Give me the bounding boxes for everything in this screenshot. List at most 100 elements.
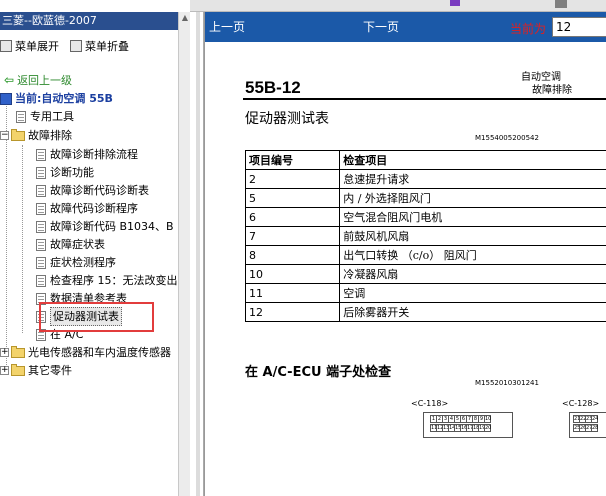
tree-item-label: 检查程序 15：无法改变出 <box>50 274 178 287</box>
document-icon <box>36 220 46 233</box>
table-row: 12 后除雾器开关 <box>244 302 606 322</box>
check-item: 出气口转换 （c/o） 阻风门 <box>339 245 606 265</box>
item-number: 5 <box>244 188 341 208</box>
tree-item-label: 其它零件 <box>28 364 72 377</box>
tree-item-label: 诊断功能 <box>50 166 94 179</box>
actuator-test-table: 项目编号 检查项目 2 怠速提升请求 5内 / 外选择阻风门 6 空气混合阻风门电机… <box>244 150 606 322</box>
document-icon <box>36 238 46 251</box>
collapse-menu-button[interactable]: 菜单折叠 <box>70 38 129 54</box>
tree-item-dtc-procedure[interactable]: 故障代码诊断程序 <box>36 200 138 217</box>
document-icon <box>16 110 26 123</box>
tree-item-label: 故障诊断排除流程 <box>50 148 138 161</box>
table-row: 6 空气混合阻风门电机 <box>244 207 606 227</box>
item-number: 8 <box>244 245 341 265</box>
doc-code: 55B-12 <box>245 78 301 97</box>
pin-row: 11 12 13 14 15 16 17 18 19 20 <box>430 424 492 432</box>
tree-item-label: 故障代码诊断程序 <box>50 202 138 215</box>
document-icon <box>36 202 46 215</box>
document-icon <box>36 166 46 179</box>
tree-item-diagnosis-flow[interactable]: 故障诊断排除流程 <box>36 146 138 163</box>
check-item: 前鼓风机风扇 <box>339 226 606 246</box>
back-link[interactable]: ⇦ 返回上一级 <box>4 72 72 89</box>
tree-item-label: 症状检测程序 <box>50 256 116 269</box>
item-number: 11 <box>244 283 341 303</box>
figure-id: M1552010301241 <box>475 379 539 387</box>
collapse-toggle-icon[interactable]: − <box>0 131 9 140</box>
pin-row: 21 22 23 24 <box>573 415 599 423</box>
tree-item-dtc-table[interactable]: 故障诊断代码诊断表 <box>36 182 149 199</box>
check-item: 后除雾器开关 <box>339 302 606 322</box>
current-page-label: 当前为 <box>510 22 547 36</box>
item-number: 12 <box>244 302 341 322</box>
folder-open-icon <box>11 128 25 141</box>
tree-item-label: 故障症状表 <box>50 238 105 251</box>
tree-guide-line <box>22 145 23 333</box>
current-node[interactable]: 当前:自动空调 55B <box>0 90 113 107</box>
vertical-scrollbar[interactable]: ▲ <box>178 12 190 496</box>
document-icon <box>36 184 46 197</box>
back-link-label: 返回上一级 <box>17 74 73 87</box>
tree-item-label: 专用工具 <box>30 110 74 123</box>
tree-item-check-15[interactable]: 检查程序 15：无法改变出 <box>36 272 178 289</box>
connector-c128-diagram: 21 22 23 24 25 26 27 28 <box>569 412 606 438</box>
panel-title: 三菱--欧蓝德-2007 <box>0 12 178 30</box>
navigation-tree-panel: 三菱--欧蓝德-2007 菜单展开 菜单折叠 ⇦ 返回上一级 当前:自动空调 5… <box>0 0 190 496</box>
expand-toggle-icon[interactable]: + <box>0 348 9 357</box>
section-title-actuator-test: 促动器测试表 <box>245 111 329 127</box>
connector-pin: 10 <box>484 415 492 423</box>
tree-item-dtc-b1034[interactable]: 故障诊断代码 B1034、B <box>36 218 174 235</box>
connector-pin: 28 <box>591 424 599 432</box>
expand-menu-button[interactable]: 菜单展开 <box>0 38 59 54</box>
tree-item-diagnosis-function[interactable]: 诊断功能 <box>36 164 94 181</box>
expand-toggle-icon[interactable]: + <box>0 366 9 375</box>
item-number: 6 <box>244 207 341 227</box>
item-number: 2 <box>244 169 341 189</box>
doc-category-line2: 故障排除 <box>532 85 572 96</box>
table-row: 2 怠速提升请求 <box>244 169 606 189</box>
item-number: 10 <box>244 264 341 284</box>
table-row: 8 出气口转换 （c/o） 阻风门 <box>244 245 606 265</box>
table-row: 10 冷凝器风扇 <box>244 264 606 284</box>
column-header: 项目编号 <box>244 150 341 170</box>
tree-item-symptom-table[interactable]: 故障症状表 <box>36 236 105 253</box>
table-header-row: 项目编号 检查项目 <box>244 150 606 170</box>
connector-pin: 24 <box>591 415 599 423</box>
document-icon <box>36 256 46 269</box>
section-title-ecu-terminal-check: 在 A/C-ECU 端子处检查 <box>245 365 392 380</box>
column-header: 检查项目 <box>339 150 606 170</box>
prev-page-link[interactable]: 上一页 <box>209 12 245 42</box>
document-page: 55B-12 自动空调 故障排除 促动器测试表 M1554005200542 项… <box>205 42 606 496</box>
document-icon <box>36 274 46 287</box>
next-page-link[interactable]: 下一页 <box>363 12 399 42</box>
item-number: 7 <box>244 226 341 246</box>
connector-pin: 20 <box>484 424 492 432</box>
tree-item-sensors[interactable]: + 光电传感器和车内温度传感器 <box>0 344 171 361</box>
tree-item-label: 故障诊断代码 B1034、B <box>50 220 174 233</box>
annotation-highlight-box <box>39 302 154 332</box>
tree-item-other-parts[interactable]: + 其它零件 <box>0 362 72 379</box>
tree-item-label: 故障排除 <box>28 129 72 142</box>
tree-item-symptom-procedure[interactable]: 症状检测程序 <box>36 254 116 271</box>
folder-icon <box>11 363 25 376</box>
book-icon <box>0 92 12 105</box>
page-number-input[interactable] <box>552 17 606 37</box>
page-nav-bar: 上一页 下一页 当前为 <box>205 12 606 42</box>
header-rule <box>243 98 606 100</box>
toolbar-fragment <box>555 0 567 8</box>
expand-icon <box>0 40 12 52</box>
expand-menu-label: 菜单展开 <box>15 40 59 53</box>
tree-item-troubleshooting[interactable]: − 故障排除 <box>0 127 72 144</box>
collapse-icon <box>70 40 82 52</box>
connector-label-c118: <C-118> <box>411 399 449 408</box>
document-viewer: 上一页 下一页 当前为 55B-12 自动空调 故障排除 促动器测试表 M155… <box>204 12 606 496</box>
check-item: 内 / 外选择阻风门 <box>339 188 606 208</box>
check-item: 怠速提升请求 <box>339 169 606 189</box>
pin-row: 25 26 27 28 <box>573 424 599 432</box>
tree-item-special-tools[interactable]: 专用工具 <box>16 108 74 125</box>
scroll-up-arrow-icon[interactable]: ▲ <box>180 12 190 24</box>
tree-guide-line <box>6 106 7 371</box>
pin-row: 1 2 3 4 5 6 7 8 9 10 <box>430 415 492 423</box>
tree-item-label: 光电传感器和车内温度传感器 <box>28 346 171 359</box>
folder-icon <box>11 345 25 358</box>
table-row: 5内 / 外选择阻风门 <box>244 188 606 208</box>
